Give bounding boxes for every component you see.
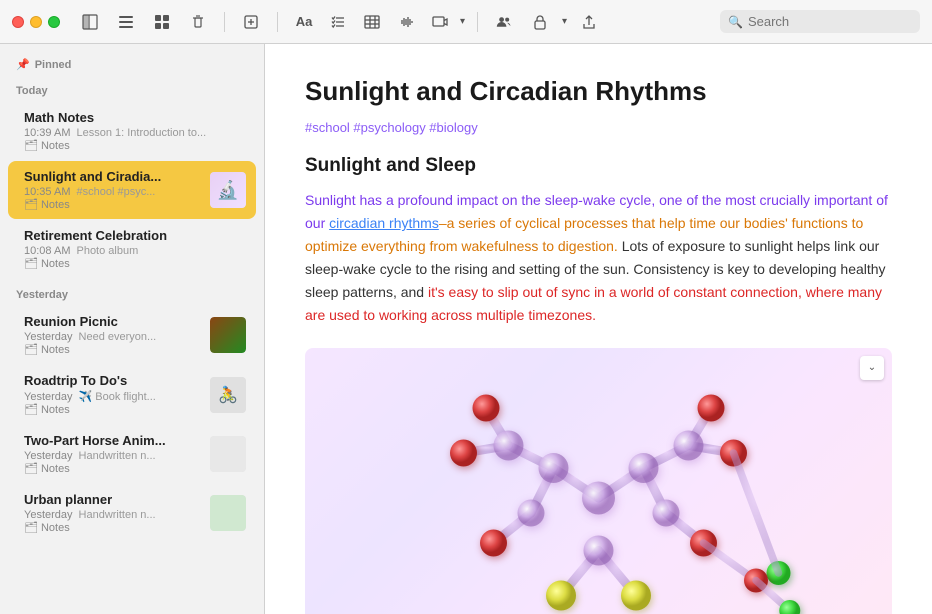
note-item-reunion[interactable]: Reunion Picnic Yesterday Need everyon...…	[8, 306, 256, 364]
note-preview: Need everyon...	[79, 331, 157, 343]
note-thumbnail-urban	[210, 495, 246, 531]
note-item-urban[interactable]: Urban planner Yesterday Handwritten n...…	[8, 484, 256, 542]
note-tags: #school #psychology #biology	[305, 119, 892, 137]
note-item-math-notes[interactable]: Math Notes 10:39 AM Lesson 1: Introducti…	[8, 102, 256, 160]
note-item-horse[interactable]: Two-Part Horse Anim... Yesterday Handwri…	[8, 425, 256, 483]
note-time: 10:08 AM	[24, 245, 70, 257]
note-title: Two-Part Horse Anim...	[24, 433, 179, 448]
media-button[interactable]	[426, 8, 454, 36]
main-layout: 📌 Pinned Today Math Notes 10:39 AM Lesso…	[0, 44, 932, 614]
checklist-button[interactable]	[324, 8, 352, 36]
today-section-label: Today	[0, 75, 264, 101]
search-icon: 🔍	[728, 15, 743, 29]
note-folder: 🗂 Notes	[24, 403, 240, 416]
delete-button[interactable]	[184, 8, 212, 36]
table-button[interactable]	[358, 8, 386, 36]
note-body-text: Sunlight has a profound impact on the sl…	[305, 189, 892, 328]
note-meta: Yesterday Need everyon...	[24, 331, 240, 343]
note-section-title: Sunlight and Sleep	[305, 155, 892, 177]
note-time: 10:35 AM	[24, 186, 70, 198]
note-title: Retirement Celebration	[24, 228, 240, 243]
note-time: Yesterday	[24, 509, 73, 521]
note-meta: 10:08 AM Photo album	[24, 245, 240, 257]
folder-icon: 🗂	[24, 343, 38, 356]
note-preview: #school #psyc...	[76, 186, 155, 198]
note-folder: 🗂 Notes	[24, 139, 240, 152]
note-main-title: Sunlight and Circadian Rhythms	[305, 76, 892, 107]
folder-icon: 🗂	[24, 139, 38, 152]
molecule-image	[305, 348, 892, 614]
lock-button[interactable]	[526, 8, 554, 36]
collaborate-button[interactable]	[490, 8, 518, 36]
note-title: Reunion Picnic	[24, 314, 179, 329]
note-title: Sunlight and Ciradia...	[24, 169, 179, 184]
note-preview: ✈️ Book flight...	[79, 390, 156, 403]
note-folder: 🗂 Notes	[24, 462, 240, 475]
note-item-retirement[interactable]: Retirement Celebration 10:08 AM Photo al…	[8, 220, 256, 278]
audio-button[interactable]	[392, 8, 420, 36]
note-item-sunlight[interactable]: Sunlight and Ciradia... 10:35 AM #school…	[8, 161, 256, 219]
titlebar: Aa ▾ ▾ 🔍	[0, 0, 932, 44]
traffic-lights	[12, 16, 60, 28]
note-folder: 🗂 Notes	[24, 343, 240, 356]
note-folder: 🗂 Notes	[24, 257, 240, 270]
folder-icon: 🗂	[24, 198, 38, 211]
note-thumbnail-picnic	[210, 317, 246, 353]
share-button[interactable]	[575, 8, 603, 36]
note-time: Yesterday	[24, 391, 73, 403]
search-box[interactable]: 🔍	[720, 10, 920, 33]
folder-icon: 🗂	[24, 257, 38, 270]
note-tag: #school #psychology #biology	[305, 120, 478, 135]
note-title: Urban planner	[24, 492, 179, 507]
note-meta: Yesterday ✈️ Book flight...	[24, 390, 240, 403]
pinned-section-label: 📌 Pinned	[0, 52, 264, 75]
note-preview: Handwritten n...	[79, 509, 156, 521]
note-title: Roadtrip To Do's	[24, 373, 179, 388]
note-meta: Yesterday Handwritten n...	[24, 450, 240, 462]
body-part-link[interactable]: circadian rhythms	[329, 215, 439, 231]
folder-icon: 🗂	[24, 403, 38, 416]
note-meta: Yesterday Handwritten n...	[24, 509, 240, 521]
minimize-button[interactable]	[30, 16, 42, 28]
format-button[interactable]: Aa	[290, 8, 318, 36]
folder-icon: 🗂	[24, 521, 38, 534]
note-image-container: ⌄	[305, 348, 892, 614]
yesterday-section-label: Yesterday	[0, 279, 264, 305]
grid-view-button[interactable]	[148, 8, 176, 36]
sidebar: 📌 Pinned Today Math Notes 10:39 AM Lesso…	[0, 44, 265, 614]
note-preview: Lesson 1: Introduction to...	[76, 127, 206, 139]
note-thumbnail-molecule: 🔬	[210, 172, 246, 208]
note-content-area[interactable]: Sunlight and Circadian Rhythms #school #…	[265, 44, 932, 614]
note-title: Math Notes	[24, 110, 240, 125]
note-time: Yesterday	[24, 450, 73, 462]
note-meta: 10:39 AM Lesson 1: Introduction to...	[24, 127, 240, 139]
list-view-button[interactable]	[112, 8, 140, 36]
close-button[interactable]	[12, 16, 24, 28]
note-folder: 🗂 Notes	[24, 521, 240, 534]
pin-icon: 📌	[16, 58, 30, 71]
note-time: 10:39 AM	[24, 127, 70, 139]
note-time: Yesterday	[24, 331, 73, 343]
maximize-button[interactable]	[48, 16, 60, 28]
note-preview: Handwritten n...	[79, 450, 156, 462]
folder-icon: 🗂	[24, 462, 38, 475]
note-preview: Photo album	[76, 245, 138, 257]
note-item-roadtrip[interactable]: Roadtrip To Do's Yesterday ✈️ Book fligh…	[8, 365, 256, 424]
note-thumbnail-bike: 🚴	[210, 377, 246, 413]
note-folder: 🗂 Notes	[24, 198, 240, 211]
search-input[interactable]	[748, 14, 912, 29]
toolbar-center: Aa ▾	[290, 8, 465, 36]
new-note-button[interactable]	[237, 8, 265, 36]
image-expand-button[interactable]: ⌄	[860, 356, 884, 380]
note-meta: 10:35 AM #school #psyc...	[24, 186, 240, 198]
note-thumbnail-horse	[210, 436, 246, 472]
sidebar-toggle-button[interactable]	[76, 8, 104, 36]
